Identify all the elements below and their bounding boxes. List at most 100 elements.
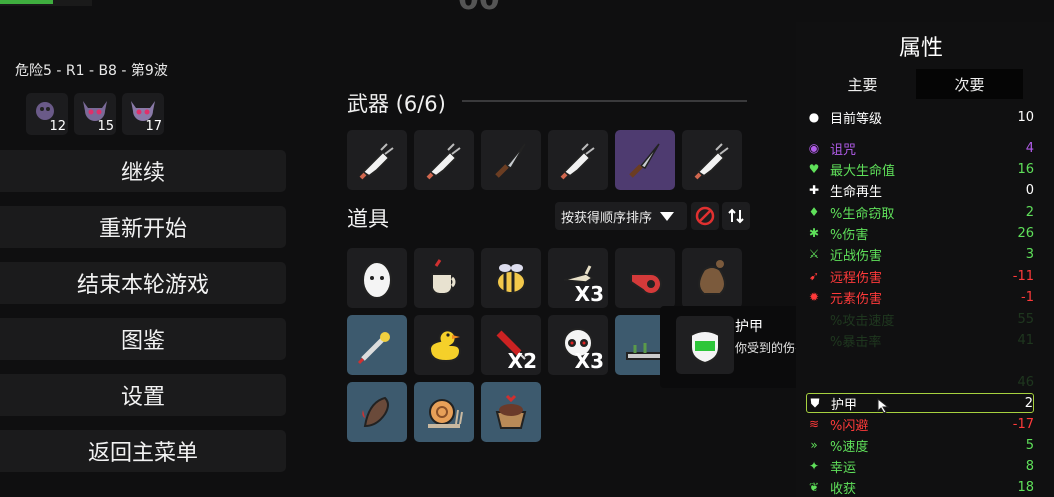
weapons-title: 武器 (6/6) <box>347 92 446 116</box>
main-menu-button[interactable]: 返回主菜单 <box>0 430 286 472</box>
egg-icon <box>362 261 392 299</box>
stat-value: 18 <box>1017 479 1034 495</box>
item-slot[interactable] <box>414 315 474 375</box>
stat-row[interactable]: ⛊ 护甲 2 <box>806 393 1034 413</box>
item-slot[interactable] <box>347 382 407 442</box>
continue-button[interactable]: 继续 <box>0 150 286 192</box>
stat-value: -11 <box>1012 268 1034 284</box>
item-slot[interactable] <box>481 382 541 442</box>
stat-row-obscured: 46 <box>806 372 1034 392</box>
item-slot[interactable]: X2 <box>481 315 541 375</box>
sort-dropdown[interactable]: 按获得顺序排序 <box>555 202 687 230</box>
level-icon: ● <box>808 110 820 124</box>
sort-label: 按获得顺序排序 <box>561 210 653 226</box>
run-info: 危险5 - R1 - B8 - 第9波 <box>15 63 168 79</box>
stat-row[interactable]: ✦ 幸运 8 <box>806 456 1034 476</box>
weapons-grid <box>347 130 742 190</box>
stat-row[interactable]: ● 目前等级 10 <box>806 107 1034 127</box>
enemy-list: 12 15 17 <box>26 93 164 135</box>
stat-value: 8 <box>1025 458 1034 474</box>
stat-label: 远程伤害 <box>830 270 883 286</box>
stat-value: -17 <box>1012 416 1034 432</box>
item-quantity: X3 <box>574 282 604 306</box>
snail-icon <box>428 399 463 428</box>
stat-row[interactable]: ✚ 生命再生 0 <box>806 180 1034 200</box>
stat-value: 41 <box>1017 332 1034 348</box>
weapon-slot[interactable] <box>414 130 474 190</box>
regen-icon: ✚ <box>808 183 820 197</box>
block-filter-button[interactable] <box>691 202 719 230</box>
enemy-count: 17 <box>145 119 162 134</box>
fist-weapon-icon <box>694 143 729 180</box>
stat-row[interactable]: ⚔ 近战伤害 3 <box>806 244 1034 264</box>
stat-row[interactable]: ♦ %生命窃取 2 <box>806 202 1034 222</box>
stat-value: 16 <box>1017 161 1034 177</box>
restart-button[interactable]: 重新开始 <box>0 206 286 248</box>
basket-icon <box>495 394 527 429</box>
settings-button[interactable]: 设置 <box>0 374 286 416</box>
stat-value: 5 <box>1025 437 1034 453</box>
stat-row[interactable]: ❦ 收获 18 <box>806 477 1034 497</box>
item-slot[interactable] <box>347 315 407 375</box>
item-slot[interactable] <box>615 248 675 308</box>
rubber-duck-icon <box>428 329 462 363</box>
item-slot[interactable] <box>347 248 407 308</box>
elemental-icon: ✹ <box>808 290 820 304</box>
armor-icon: ⛊ <box>810 395 820 410</box>
encyclopedia-button[interactable]: 图鉴 <box>0 318 286 360</box>
item-slot[interactable] <box>481 248 541 308</box>
item-slot[interactable]: X3 <box>548 315 608 375</box>
stat-value: 3 <box>1025 246 1034 262</box>
weapon-slot-selected[interactable] <box>615 130 675 190</box>
tab-secondary[interactable]: 次要 <box>916 69 1023 99</box>
stat-label: 生命再生 <box>830 184 883 200</box>
stats-title: 属性 <box>898 36 943 61</box>
stat-row[interactable]: ✹ 元素伤害 -1 <box>806 287 1034 307</box>
item-slot[interactable] <box>682 248 742 308</box>
stat-row-obscured: %攻击速度 55 <box>806 309 1034 329</box>
item-slot[interactable]: X3 <box>548 248 608 308</box>
stat-row[interactable]: ➹ 远程伤害 -11 <box>806 266 1034 286</box>
stat-row[interactable]: ◉ 诅咒 4 <box>806 138 1034 158</box>
tab-primary[interactable]: 主要 <box>809 69 916 99</box>
end-run-button[interactable]: 结束本轮游戏 <box>0 262 286 304</box>
stat-row[interactable]: » %速度 5 <box>806 435 1034 455</box>
item-slot[interactable] <box>414 248 474 308</box>
weapon-slot[interactable] <box>347 130 407 190</box>
stat-row-obscured: %暴击率 41 <box>806 330 1034 350</box>
stat-value: 26 <box>1017 225 1034 241</box>
mouse-cursor-icon <box>877 398 890 414</box>
stat-value: 2 <box>1024 395 1033 411</box>
pause-menu: 继续 重新开始 结束本轮游戏 图鉴 设置 返回主菜单 <box>0 150 286 486</box>
item-slot[interactable] <box>414 382 474 442</box>
stat-icon <box>806 332 822 348</box>
stat-value: 2 <box>1025 204 1034 220</box>
stat-row[interactable]: ≋ %闪避 -17 <box>806 414 1034 434</box>
stat-label: 收获 <box>830 481 857 497</box>
stat-label: 近战伤害 <box>830 248 883 264</box>
stat-row[interactable]: ♥ 最大生命值 16 <box>806 159 1034 179</box>
stat-label: %闪避 <box>830 418 869 434</box>
item-quantity: X2 <box>507 349 537 373</box>
stat-label: %伤害 <box>830 227 869 243</box>
sack-icon <box>698 260 726 295</box>
weapon-slot[interactable] <box>682 130 742 190</box>
block-icon <box>695 206 715 226</box>
weapon-slot[interactable] <box>481 130 541 190</box>
dodge-icon: ≋ <box>808 417 820 431</box>
stat-label: %暴击率 <box>830 334 882 350</box>
enemy-slot: 15 <box>74 93 116 135</box>
stat-value: 55 <box>1017 311 1034 327</box>
sort-order-button[interactable] <box>722 202 750 230</box>
stat-value: -1 <box>1021 289 1034 305</box>
tooltip-title: 护甲 <box>735 319 763 335</box>
armor-icon <box>690 330 720 365</box>
stat-value: 46 <box>1017 374 1034 390</box>
stat-row[interactable]: ✱ %伤害 26 <box>806 223 1034 243</box>
weapon-slot[interactable] <box>548 130 608 190</box>
tooltip-icon-frame <box>676 316 734 374</box>
enemy-slot: 12 <box>26 93 68 135</box>
stat-label: %生命窃取 <box>830 206 895 222</box>
whistle-icon <box>630 273 662 295</box>
fishing-lure-icon <box>357 332 390 365</box>
